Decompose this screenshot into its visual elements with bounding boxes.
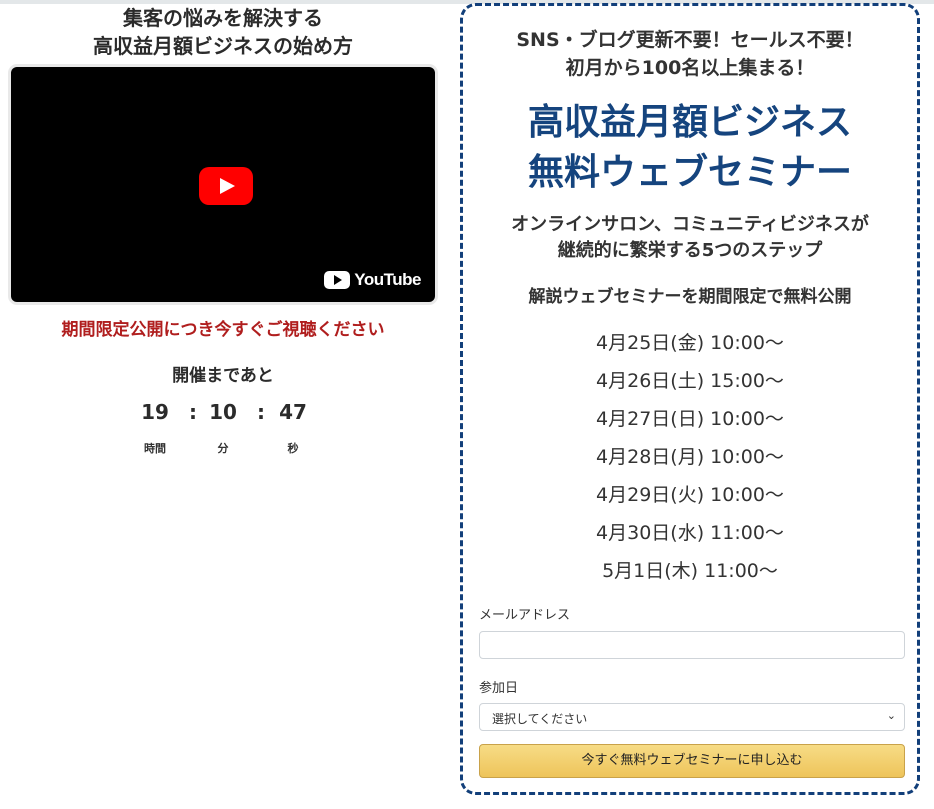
date-item: 5月1日(木) 11:00〜 [602, 560, 778, 582]
youtube-icon [324, 271, 351, 289]
chevron-down-icon: ⌄ [886, 709, 896, 722]
countdown-hours-unit: 時間 [144, 442, 166, 455]
date-item: 4月25日(金) 10:00〜 [596, 332, 784, 354]
countdown-hours: 19 [141, 400, 169, 424]
date-select-label: 参加日 [479, 681, 519, 696]
countdown-separator: : [257, 400, 265, 424]
countdown-seconds: 47 [279, 400, 307, 424]
panel-subheading: SNS・ブログ更新不要！セールス不要！ 初月から100名以上集まる！ [463, 26, 917, 82]
countdown-minutes: 10 [209, 400, 237, 424]
countdown-minutes-unit: 分 [217, 442, 229, 455]
play-button-icon[interactable] [199, 167, 253, 205]
countdown-seconds-unit: 秒 [287, 442, 299, 455]
date-item: 4月27日(日) 10:00〜 [596, 408, 784, 430]
countdown-label: 開催まであと [172, 366, 274, 386]
date-item: 4月30日(水) 11:00〜 [596, 522, 784, 544]
page-headline: 集客の悩みを解決する 高収益月額ビジネスの始め方 [8, 4, 438, 60]
youtube-logo[interactable]: YouTube [324, 270, 421, 290]
subheading-line2: 初月から100名以上集まる！ [565, 57, 815, 79]
date-item: 4月28日(月) 10:00〜 [596, 446, 784, 468]
date-item: 4月26日(土) 15:00〜 [596, 370, 784, 392]
title-line2: 無料ウェブセミナー [527, 152, 852, 193]
description-line2: 継続的に繁栄する5つのステップ [557, 240, 823, 261]
countdown-separator: : [189, 400, 197, 424]
email-field[interactable] [479, 631, 905, 659]
date-item: 4月29日(火) 10:00〜 [596, 484, 784, 506]
free-notice: 解説ウェブセミナーを期間限定で無料公開 [528, 287, 852, 307]
signup-panel: SNS・ブログ更新不要！セールス不要！ 初月から100名以上集まる！ 高収益月額… [460, 3, 920, 795]
email-label: メールアドレス [479, 608, 571, 623]
date-select-value: 選択してください [492, 712, 588, 726]
description-line1: オンラインサロン、コミュニティビジネスが [511, 214, 869, 235]
seminar-description: オンラインサロン、コミュニティビジネスが 継続的に繁栄する5つのステップ [463, 212, 917, 264]
seminar-title: 高収益月額ビジネス 無料ウェブセミナー [463, 98, 917, 198]
submit-button[interactable]: 今すぐ無料ウェブセミナーに申し込む [479, 744, 905, 778]
headline-line2: 高収益月額ビジネスの始め方 [93, 34, 353, 58]
left-column: 集客の悩みを解決する 高収益月額ビジネスの始め方 YouTube 期間限定公開に… [8, 4, 438, 455]
date-select[interactable]: 選択してください ⌄ [479, 703, 905, 731]
date-list: 4月25日(金) 10:00〜 4月26日(土) 15:00〜 4月27日(日)… [463, 324, 917, 590]
limited-notice: 期間限定公開につき今すぐご視聴ください [61, 320, 385, 340]
title-line1: 高収益月額ビジネス [527, 102, 852, 143]
subheading-line1: SNS・ブログ更新不要！セールス不要！ [516, 29, 864, 51]
youtube-wordmark: YouTube [354, 270, 421, 289]
video-player[interactable]: YouTube [11, 67, 435, 302]
headline-line1: 集客の悩みを解決する [123, 6, 323, 30]
